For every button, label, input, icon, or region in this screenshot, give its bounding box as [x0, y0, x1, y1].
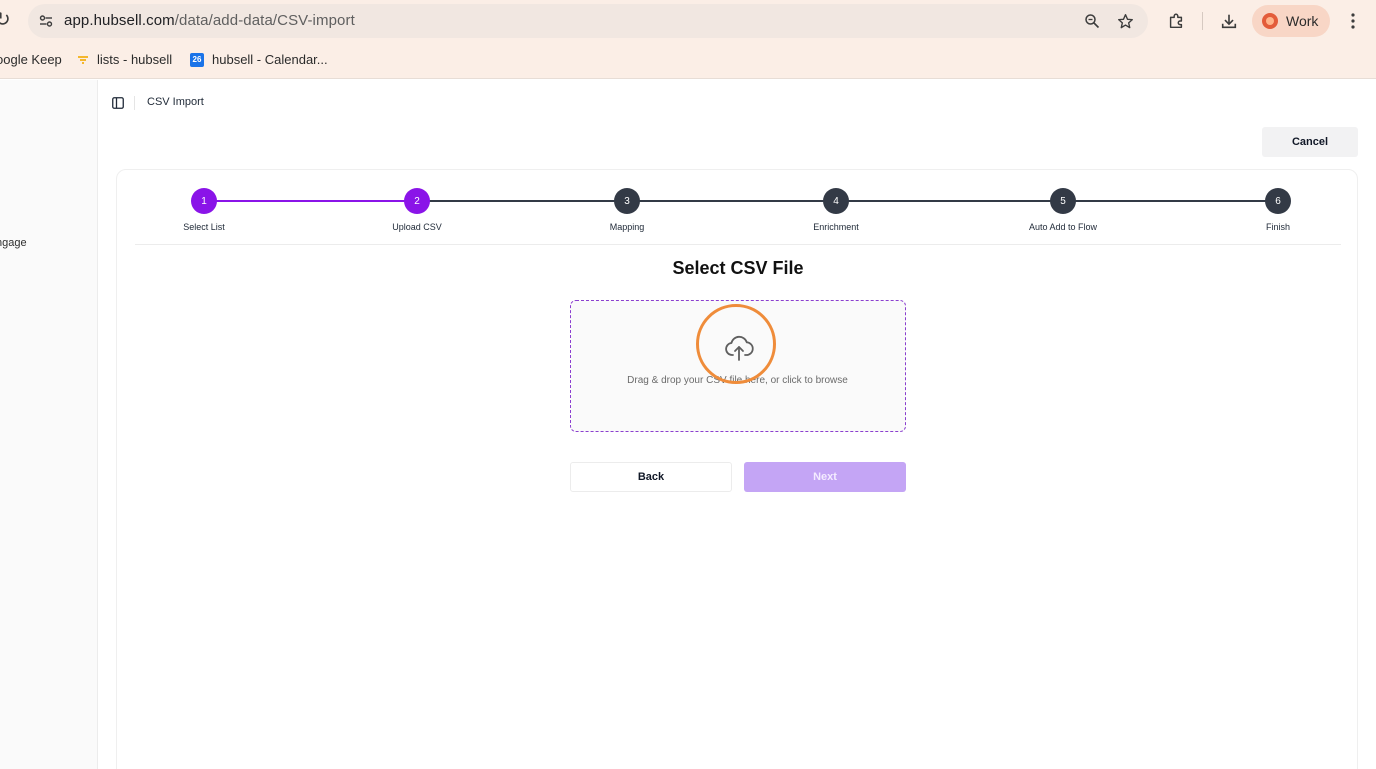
- toolbar-divider: [1202, 12, 1203, 30]
- step-number: 5: [1050, 188, 1076, 214]
- cancel-button[interactable]: Cancel: [1262, 127, 1358, 157]
- back-button[interactable]: Back: [570, 462, 732, 492]
- profile-label: Work: [1286, 13, 1319, 29]
- step-number: 4: [823, 188, 849, 214]
- page-title: Select CSV File: [672, 258, 804, 278]
- url-path: /data/add-data/CSV-import: [174, 12, 355, 29]
- breadcrumb: CSV Import: [147, 96, 204, 108]
- step-number: 1: [191, 188, 217, 214]
- step-enrichment[interactable]: 4 Enrichment: [776, 188, 896, 232]
- url-host: app.hubsell.com: [64, 12, 175, 29]
- import-card: 1 Select List 2 Upload CSV 3 Mapping 4 E…: [116, 169, 1358, 769]
- bookmark-hubsell-calendar[interactable]: 26 hubsell - Calendar...: [190, 52, 328, 67]
- csv-dropzone[interactable]: Drag & drop your CSV file here, or click…: [570, 300, 906, 432]
- filter-icon: [78, 55, 88, 64]
- step-number: 3: [614, 188, 640, 214]
- zoom-icon[interactable]: [1082, 11, 1102, 31]
- step-label: Enrichment: [813, 222, 859, 232]
- bookmark-google-keep[interactable]: oogle Keep: [0, 52, 62, 67]
- step-finish[interactable]: 6 Finish: [1218, 188, 1338, 232]
- menu-icon[interactable]: [1342, 10, 1364, 32]
- address-bar[interactable]: app.hubsell.com/data/add-data/CSV-import: [28, 4, 1148, 38]
- import-stepper: 1 Select List 2 Upload CSV 3 Mapping 4 E…: [135, 170, 1341, 245]
- next-button[interactable]: Next: [744, 462, 906, 492]
- browser-toolbar: ↻ app.hubsell.com/data/add-data/CSV-impo…: [0, 0, 1376, 42]
- step-mapping[interactable]: 3 Mapping: [567, 188, 687, 232]
- bookmark-label: oogle Keep: [0, 52, 62, 67]
- bookmarks-bar: oogle Keep lists - hubsell 26 hubsell - …: [0, 48, 1376, 72]
- app-sidebar: ngage: [0, 80, 98, 769]
- url-text[interactable]: app.hubsell.com/data/add-data/CSV-import: [64, 12, 355, 29]
- step-label: Finish: [1265, 222, 1290, 232]
- step-upload-csv[interactable]: 2 Upload CSV: [357, 188, 477, 232]
- sidebar-item-engage[interactable]: ngage: [0, 237, 27, 249]
- calendar-icon: 26: [190, 52, 204, 67]
- step-label: Auto Add to Flow: [1028, 222, 1098, 232]
- step-label: Mapping: [609, 222, 645, 232]
- sidebar-toggle-icon[interactable]: [111, 96, 125, 110]
- browser-chrome: ↻ app.hubsell.com/data/add-data/CSV-impo…: [0, 0, 1376, 79]
- site-info-icon[interactable]: [36, 11, 56, 31]
- dropzone-hint: Drag & drop your CSV file here, or click…: [627, 375, 848, 386]
- page-header: CSV Import: [99, 80, 1376, 124]
- header-divider: [134, 96, 135, 110]
- step-number: 2: [404, 188, 430, 214]
- reload-icon[interactable]: ↻: [0, 8, 11, 32]
- main-content: CSV Import Cancel 1 Select List 2 Upload…: [99, 80, 1376, 769]
- cloud-upload-icon[interactable]: [724, 333, 754, 363]
- bookmark-lists-hubsell[interactable]: lists - hubsell: [77, 52, 172, 67]
- step-number: 6: [1265, 188, 1291, 214]
- bookmark-label: lists - hubsell: [97, 52, 173, 67]
- step-auto-add-to-flow[interactable]: 5 Auto Add to Flow: [1003, 188, 1123, 232]
- profile-avatar-icon: [1262, 13, 1278, 29]
- step-select-list[interactable]: 1 Select List: [144, 188, 264, 232]
- profile-button[interactable]: Work: [1252, 5, 1330, 37]
- bookmark-label: hubsell - Calendar...: [212, 52, 328, 67]
- extensions-icon[interactable]: [1165, 10, 1187, 32]
- step-label: Select List: [183, 222, 225, 232]
- download-icon[interactable]: [1218, 10, 1240, 32]
- step-label: Upload CSV: [392, 222, 442, 232]
- star-icon[interactable]: [1115, 11, 1135, 31]
